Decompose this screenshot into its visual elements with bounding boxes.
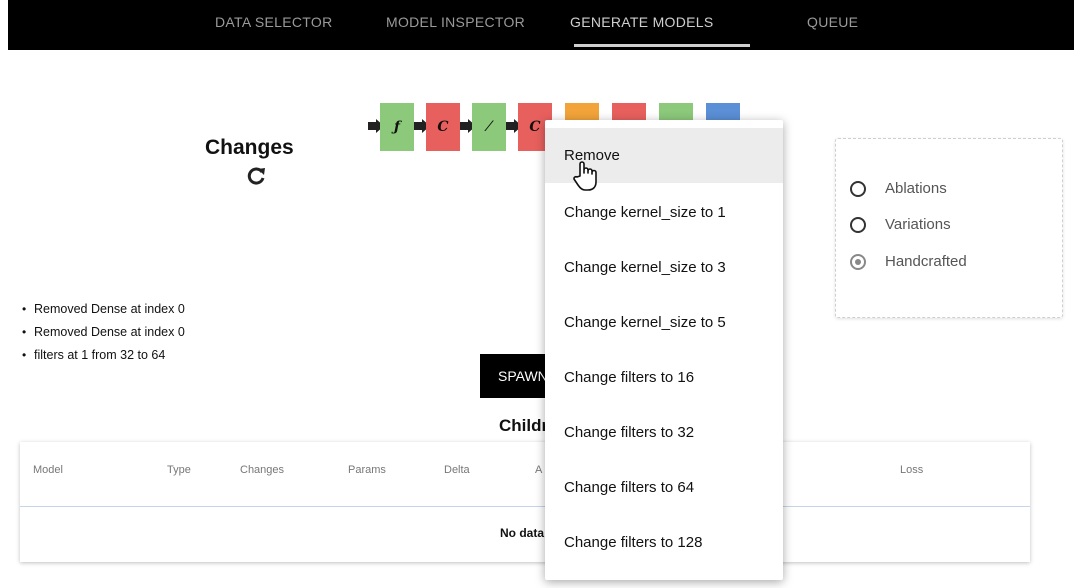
column-header-changes[interactable]: Changes: [240, 464, 284, 476]
tab-data-selector[interactable]: DATA SELECTOR: [215, 14, 333, 30]
menu-item-filters-64[interactable]: Change filters to 64: [545, 460, 783, 515]
column-header-loss[interactable]: Loss: [900, 464, 923, 476]
change-item: Removed Dense at index 0: [22, 323, 185, 346]
menu-item-kernel-size-1[interactable]: Change kernel_size to 1: [545, 185, 783, 240]
radio-circle-icon: [850, 181, 866, 197]
radio-label-variations: Variations: [885, 216, 951, 233]
hand-pointer-cursor-icon: [572, 160, 602, 192]
active-tab-indicator: [574, 44, 750, 47]
column-header-model[interactable]: Model: [33, 464, 63, 476]
menu-item-filters-16[interactable]: Change filters to 16: [545, 350, 783, 405]
refresh-icon-graphic: [247, 167, 265, 185]
pipeline-layer-block[interactable]: ⁄: [472, 103, 506, 151]
tab-queue[interactable]: QUEUE: [807, 14, 858, 30]
menu-item-kernel-size-3[interactable]: Change kernel_size to 3: [545, 240, 783, 295]
column-header-delta[interactable]: Delta: [444, 464, 470, 476]
changes-title: Changes: [205, 136, 294, 159]
tab-model-inspector[interactable]: MODEL INSPECTOR: [386, 14, 525, 30]
change-list: Removed Dense at index 0 Removed Dense a…: [22, 300, 185, 369]
menu-item-filters-128[interactable]: Change filters to 128: [545, 515, 783, 570]
change-item: Removed Dense at index 0: [22, 300, 185, 323]
radio-circle-icon: [850, 217, 866, 233]
mode-radio-group: Ablations Variations Handcrafted: [835, 138, 1063, 318]
menu-item-kernel-size-5[interactable]: Change kernel_size to 5: [545, 295, 783, 350]
pipeline-layer-block[interactable]: ƒ: [380, 103, 414, 151]
empty-table-message: No data: [500, 526, 545, 540]
top-navigation: DATA SELECTOR MODEL INSPECTOR GENERATE M…: [8, 0, 1074, 50]
pipeline-layer-block[interactable]: C: [426, 103, 460, 151]
change-item: filters at 1 from 32 to 64: [22, 346, 185, 369]
spawn-button[interactable]: SPAWN: [480, 354, 546, 398]
menu-item-filters-32[interactable]: Change filters to 32: [545, 405, 783, 460]
column-header-accuracy[interactable]: A: [535, 464, 542, 476]
tab-generate-models[interactable]: GENERATE MODELS: [570, 14, 714, 30]
table-divider: [20, 506, 1030, 507]
radio-label-handcrafted: Handcrafted: [885, 253, 967, 270]
children-table: Model Type Changes Params Delta A Loss N…: [20, 442, 1030, 562]
refresh-icon[interactable]: [245, 165, 267, 187]
column-header-type[interactable]: Type: [167, 464, 191, 476]
radio-circle-checked-icon: [850, 254, 866, 270]
column-header-params[interactable]: Params: [348, 464, 386, 476]
radio-label-ablations: Ablations: [885, 180, 947, 197]
